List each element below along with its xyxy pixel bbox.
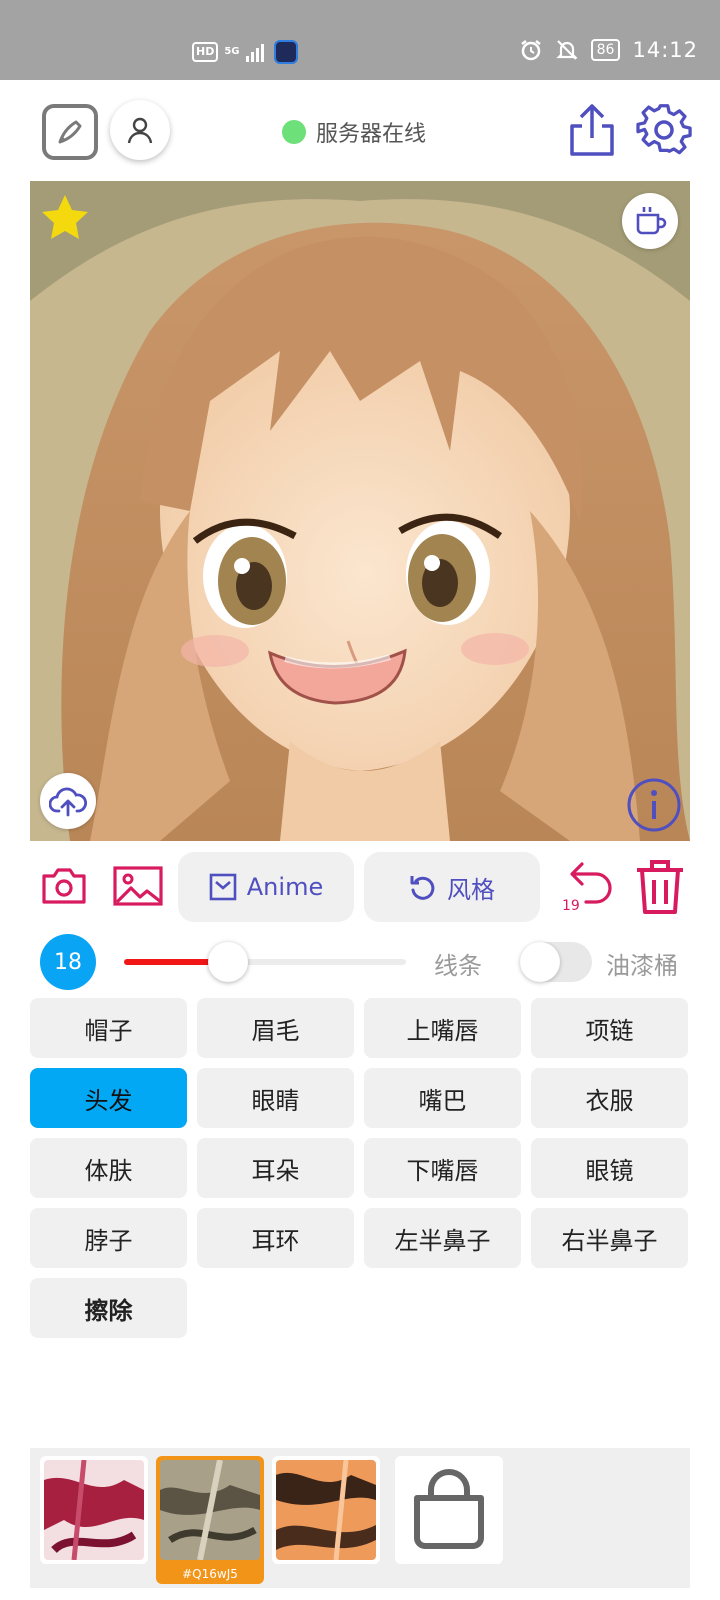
top-bar: 服务器在线	[0, 80, 720, 180]
slider-thumb[interactable]	[208, 942, 249, 982]
image-icon	[113, 866, 163, 906]
category-button[interactable]: 项链	[531, 998, 688, 1058]
texture-thumbnail	[44, 1460, 144, 1560]
category-button[interactable]: 上嘴唇	[364, 998, 521, 1058]
edit-button[interactable]	[42, 104, 98, 160]
delete-button[interactable]	[634, 858, 686, 916]
portrait-image	[30, 181, 690, 841]
favorite-button[interactable]	[40, 193, 90, 241]
style-label: 风格	[447, 875, 495, 904]
checkbox-icon	[209, 873, 237, 901]
category-button[interactable]: 右半鼻子	[531, 1208, 688, 1268]
coffee-button[interactable]	[622, 193, 678, 249]
category-button[interactable]: 眼睛	[197, 1068, 354, 1128]
upload-button[interactable]	[40, 773, 96, 829]
category-grid: 帽子 眉毛 上嘴唇 项链头发 眼睛 嘴巴 衣服体肤 耳朵 下嘴唇 眼镜脖子 耳环 左半鼻子 右半鼻子擦除	[30, 998, 690, 1338]
refresh-icon	[410, 876, 435, 900]
category-button[interactable]: 眉毛	[197, 998, 354, 1058]
info-button[interactable]	[626, 777, 682, 833]
category-button[interactable]: 左半鼻子	[364, 1208, 521, 1268]
status-left: HD 5G	[192, 40, 298, 64]
camera-icon	[42, 868, 86, 904]
gallery-button[interactable]	[112, 862, 163, 910]
category-button[interactable]: 头发	[30, 1068, 187, 1128]
signal-icon	[245, 44, 264, 62]
category-button[interactable]: 脖子	[30, 1208, 187, 1268]
category-button[interactable]: 帽子	[30, 998, 187, 1058]
status-bar: HD 5G 86 14:12	[0, 0, 720, 80]
paint-bucket-toggle[interactable]	[520, 942, 592, 982]
texture-item[interactable]	[272, 1456, 380, 1564]
texture-strip: #Q16wJ5	[30, 1448, 690, 1588]
texture-caption: #Q16wJ5	[182, 1567, 238, 1581]
texture-item[interactable]	[40, 1456, 148, 1564]
brush-size-badge: 18	[40, 934, 96, 990]
gear-icon	[636, 104, 692, 155]
line-mode-label: 线条	[434, 952, 482, 980]
clock: 14:12	[632, 38, 698, 62]
user-button[interactable]	[110, 100, 170, 160]
paint-bucket-label: 油漆桶	[606, 952, 678, 980]
alarm-icon	[520, 40, 541, 61]
user-icon	[127, 117, 153, 144]
cloud-upload-icon	[49, 787, 87, 817]
drawing-canvas[interactable]	[30, 181, 690, 841]
server-status-label: 服务器在线	[316, 122, 427, 147]
texture-thumbnail	[276, 1460, 376, 1560]
hd-badge: HD	[192, 42, 219, 62]
category-button[interactable]: 下嘴唇	[364, 1138, 521, 1198]
category-button[interactable]: 耳朵	[197, 1138, 354, 1198]
style-button[interactable]: 风格	[364, 852, 540, 922]
star-icon	[42, 195, 88, 239]
anime-mode-button[interactable]: Anime	[178, 852, 354, 922]
network-type: 5G	[224, 46, 240, 57]
share-icon	[570, 104, 614, 156]
mute-bell-icon	[555, 40, 578, 60]
notification-app-icon	[273, 40, 298, 64]
server-status: 服务器在线	[282, 116, 426, 148]
category-button[interactable]: 体肤	[30, 1138, 187, 1198]
category-button[interactable]: 耳环	[197, 1208, 354, 1268]
undo-button[interactable]: 19	[560, 860, 616, 916]
category-button[interactable]: 眼镜	[531, 1138, 688, 1198]
texture-shop-button[interactable]	[395, 1456, 503, 1564]
brush-size-slider[interactable]	[124, 942, 406, 982]
battery-indicator: 86	[590, 39, 621, 61]
status-right: 86 14:12	[519, 38, 698, 62]
info-icon	[627, 778, 681, 832]
coffee-cup-icon	[636, 207, 667, 235]
anime-mode-label: Anime	[246, 873, 324, 901]
texture-item-selected[interactable]: #Q16wJ5	[156, 1456, 264, 1584]
category-button[interactable]: 擦除	[30, 1278, 187, 1338]
edit-pen-icon	[58, 120, 82, 144]
toggle-knob	[520, 942, 560, 982]
settings-button[interactable]	[634, 100, 694, 160]
tool-row: Anime 风格 19	[0, 852, 720, 922]
category-button[interactable]: 嘴巴	[364, 1068, 521, 1128]
trash-icon	[637, 860, 683, 914]
shopping-bag-icon	[414, 1469, 484, 1549]
undo-count: 19	[562, 898, 580, 914]
camera-button[interactable]	[40, 862, 88, 910]
texture-thumbnail	[160, 1460, 260, 1560]
category-button[interactable]: 衣服	[531, 1068, 688, 1128]
share-button[interactable]	[564, 100, 620, 160]
brush-settings: 18 线条 油漆桶	[0, 932, 720, 992]
status-dot	[282, 120, 306, 144]
